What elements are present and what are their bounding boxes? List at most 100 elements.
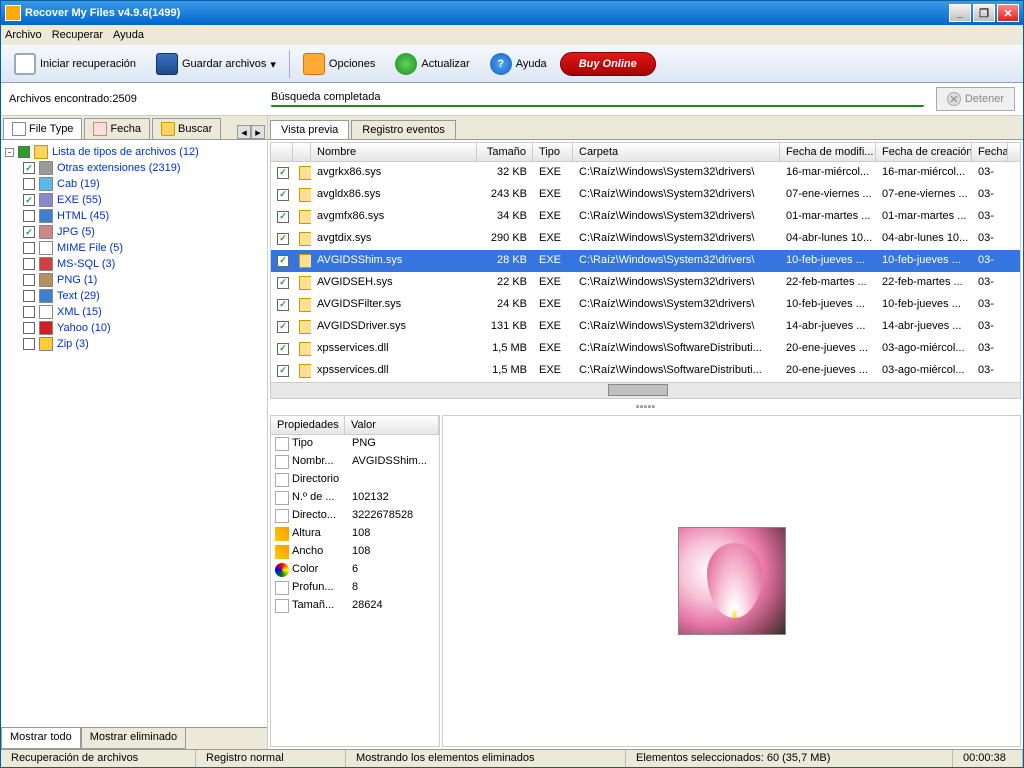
tree-item[interactable]: ✓ EXE (55) — [5, 192, 263, 208]
checkbox[interactable] — [23, 306, 35, 318]
tree-item[interactable]: ✓ JPG (5) — [5, 224, 263, 240]
col-fa[interactable]: Fecha t — [972, 143, 1008, 161]
col-carpeta[interactable]: Carpeta — [573, 143, 780, 161]
file-row[interactable]: ✓ AVGIDSEH.sys 22 KB EXE C:\Raíz\Windows… — [271, 272, 1020, 294]
right-pane: Vista previa Registro eventos Nombre Tam… — [268, 116, 1023, 749]
tab-vista-previa[interactable]: Vista previa — [270, 120, 349, 139]
scrollbar-thumb[interactable] — [608, 384, 668, 396]
file-row[interactable]: ✓ avgmfx86.sys 34 KB EXE C:\Raíz\Windows… — [271, 206, 1020, 228]
nav-left-icon[interactable]: ◂ — [237, 125, 251, 139]
tree-root[interactable]: - Lista de tipos de archivos (12) — [5, 144, 263, 160]
checkbox[interactable] — [23, 274, 35, 286]
file-row[interactable]: ✓ AVGIDSShim.sys 28 KB EXE C:\Raíz\Windo… — [271, 250, 1020, 272]
buy-online-button[interactable]: Buy Online — [560, 52, 656, 76]
checkbox[interactable] — [23, 338, 35, 350]
tree-item[interactable]: ✓ Otras extensiones (2319) — [5, 160, 263, 176]
prop-row[interactable]: Nombr... AVGIDSShim... — [271, 453, 439, 471]
file-icon — [299, 298, 311, 312]
prop-row[interactable]: Tipo PNG — [271, 435, 439, 453]
checkbox[interactable]: ✓ — [23, 162, 35, 174]
file-row[interactable]: ✓ avgrkx86.sys 32 KB EXE C:\Raíz\Windows… — [271, 162, 1020, 184]
tree-item[interactable]: Zip (3) — [5, 336, 263, 352]
col-nombre[interactable]: Nombre — [311, 143, 477, 161]
file-row[interactable]: ✓ xpsservices.dll 1,5 MB EXE C:\Raíz\Win… — [271, 360, 1020, 382]
tab-fecha[interactable]: Fecha — [84, 118, 150, 139]
tab-registro-eventos[interactable]: Registro eventos — [351, 120, 456, 139]
titlebar[interactable]: Recover My Files v4.9.6(1499) _ ❐ ✕ — [1, 1, 1023, 25]
tree-item[interactable]: Cab (19) — [5, 176, 263, 192]
checkbox[interactable]: ✓ — [277, 277, 289, 289]
prop-row[interactable]: Profun... 8 — [271, 579, 439, 597]
checkbox[interactable] — [23, 178, 35, 190]
checkbox[interactable] — [23, 258, 35, 270]
tree-item[interactable]: XML (15) — [5, 304, 263, 320]
file-row[interactable]: ✓ AVGIDSFilter.sys 24 KB EXE C:\Raíz\Win… — [271, 294, 1020, 316]
prop-row[interactable]: Tamañ... 28624 — [271, 597, 439, 615]
tab-buscar[interactable]: Buscar — [152, 118, 221, 139]
maximize-button[interactable]: ❐ — [973, 4, 995, 22]
checkbox[interactable]: ✓ — [23, 226, 35, 238]
cell-fmod: 10-feb-jueves ... — [780, 295, 876, 315]
tree-item[interactable]: HTML (45) — [5, 208, 263, 224]
col-propiedades[interactable]: Propiedades — [271, 416, 345, 434]
file-row[interactable]: ✓ xpsservices.dll 1,5 MB EXE C:\Raíz\Win… — [271, 338, 1020, 360]
col-fmod[interactable]: Fecha de modifi... — [780, 143, 876, 161]
file-row[interactable]: ✓ avgtdix.sys 290 KB EXE C:\Raíz\Windows… — [271, 228, 1020, 250]
checkbox[interactable]: ✓ — [277, 211, 289, 223]
tab-mostrar-eliminado[interactable]: Mostrar eliminado — [81, 728, 186, 749]
tree-item[interactable]: Yahoo (10) — [5, 320, 263, 336]
actualizar-button[interactable]: Actualizar — [388, 48, 476, 80]
tree-item[interactable]: MIME File (5) — [5, 240, 263, 256]
menu-archivo[interactable]: Archivo — [5, 29, 42, 41]
gripper-icon[interactable]: ▪▪▪▪▪ — [268, 401, 1023, 413]
cell-nombre: xpsservices.dll — [311, 339, 477, 359]
checkbox[interactable]: ✓ — [277, 299, 289, 311]
stop-button[interactable]: ✕Detener — [936, 87, 1015, 111]
col-icon[interactable] — [293, 143, 311, 161]
checkbox[interactable] — [23, 210, 35, 222]
checkbox[interactable]: ✓ — [277, 167, 289, 179]
iniciar-button[interactable]: Iniciar recuperación — [7, 48, 143, 80]
checkbox[interactable] — [23, 242, 35, 254]
collapse-icon[interactable]: - — [5, 148, 14, 157]
checkbox[interactable] — [18, 146, 30, 158]
tree-item-label: HTML (45) — [57, 210, 109, 222]
tab-filetype[interactable]: File Type — [3, 118, 82, 139]
col-fcre[interactable]: Fecha de creación — [876, 143, 972, 161]
checkbox[interactable] — [23, 322, 35, 334]
file-row[interactable]: ✓ avgldx86.sys 243 KB EXE C:\Raíz\Window… — [271, 184, 1020, 206]
prop-row[interactable]: N.º de ... 102132 — [271, 489, 439, 507]
tree-item[interactable]: Text (29) — [5, 288, 263, 304]
checkbox[interactable] — [23, 290, 35, 302]
opciones-button[interactable]: Opciones — [296, 48, 382, 80]
prop-row[interactable]: Color 6 — [271, 561, 439, 579]
prop-row[interactable]: Altura 108 — [271, 525, 439, 543]
checkbox[interactable]: ✓ — [277, 255, 289, 267]
checkbox[interactable]: ✓ — [277, 233, 289, 245]
prop-row[interactable]: Ancho 108 — [271, 543, 439, 561]
checkbox[interactable]: ✓ — [23, 194, 35, 206]
tree-item[interactable]: MS-SQL (3) — [5, 256, 263, 272]
checkbox[interactable]: ✓ — [277, 189, 289, 201]
checkbox[interactable]: ✓ — [277, 321, 289, 333]
horizontal-scrollbar[interactable] — [271, 382, 1020, 398]
tab-mostrar-todo[interactable]: Mostrar todo — [1, 728, 81, 749]
app-icon — [5, 5, 21, 21]
menu-recuperar[interactable]: Recuperar — [52, 29, 103, 41]
prop-row[interactable]: Directorio — [271, 471, 439, 489]
close-button[interactable]: ✕ — [997, 4, 1019, 22]
guardar-button[interactable]: Guardar archivos▾ — [149, 48, 283, 80]
checkbox[interactable]: ✓ — [277, 365, 289, 377]
prop-row[interactable]: Directo... 3222678528 — [271, 507, 439, 525]
col-valor[interactable]: Valor — [345, 416, 439, 434]
menu-ayuda[interactable]: Ayuda — [113, 29, 144, 41]
col-check[interactable] — [271, 143, 293, 161]
tree-item[interactable]: PNG (1) — [5, 272, 263, 288]
checkbox[interactable]: ✓ — [277, 343, 289, 355]
ayuda-button[interactable]: ?Ayuda — [483, 48, 554, 80]
col-tamano[interactable]: Tamaño — [477, 143, 533, 161]
col-tipo[interactable]: Tipo — [533, 143, 573, 161]
file-row[interactable]: ✓ AVGIDSDriver.sys 131 KB EXE C:\Raíz\Wi… — [271, 316, 1020, 338]
nav-right-icon[interactable]: ▸ — [251, 125, 265, 139]
minimize-button[interactable]: _ — [949, 4, 971, 22]
